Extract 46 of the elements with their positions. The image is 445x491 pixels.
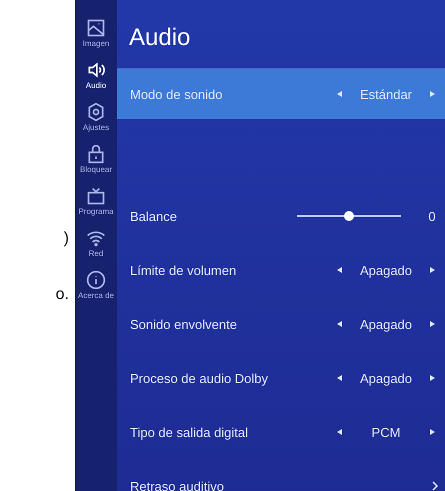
chevron-right-icon [431, 481, 439, 491]
sidebar-item[interactable]: Imagen [82, 18, 110, 48]
text-fragment: ) [64, 230, 69, 248]
row-label: Retraso auditivo [130, 478, 225, 491]
row-label: Proceso de audio Dolby [130, 370, 270, 386]
text-fragment: o. [56, 286, 69, 304]
sidebar-item[interactable]: Audio [86, 60, 106, 90]
speaker-icon [86, 60, 106, 80]
sidebar-item[interactable]: Red [86, 228, 106, 258]
row-label: Modo de sonido [130, 86, 224, 102]
right-arrow-icon [430, 91, 435, 97]
right-arrow-icon [430, 321, 435, 327]
left-arrow-icon [337, 429, 342, 435]
row-label: Límite de volumen [130, 262, 238, 278]
row-value: Apagado [358, 262, 414, 278]
row-value: Apagado [358, 370, 414, 386]
row-value: Estándar [358, 86, 414, 102]
settings-icon [86, 102, 106, 122]
sidebar-item[interactable]: Acerca de [78, 270, 114, 300]
slider-reading: 0 [427, 208, 437, 224]
lock-icon [86, 144, 106, 164]
menu-row[interactable]: Sonido envolvente Apagado [117, 297, 445, 351]
info-icon [86, 270, 106, 290]
right-arrow-icon [430, 429, 435, 435]
left-arrow-icon [337, 321, 342, 327]
row-value: Apagado [358, 316, 414, 332]
menu-row[interactable]: Retraso auditivo [117, 459, 445, 491]
sidebar-item[interactable]: Programa [78, 186, 114, 216]
slider-thumb[interactable] [344, 211, 354, 221]
right-arrow-icon [430, 375, 435, 381]
left-arrow-icon [337, 267, 342, 273]
right-arrow-icon [430, 267, 435, 273]
menu-row[interactable]: Proceso de audio Dolby Apagado [117, 351, 445, 405]
row-label: Sonido envolvente [130, 316, 238, 332]
menu-row[interactable]: Tipo de salida digital PCM [117, 405, 445, 459]
left-arrow-icon [337, 375, 342, 381]
row-label: Balance [130, 208, 178, 224]
picture-icon [86, 18, 106, 38]
sidebar-item[interactable]: Ajustes [82, 102, 110, 132]
sidebar-item[interactable]: Bloquear [80, 144, 112, 174]
row-value: PCM [370, 424, 402, 440]
row-label: Tipo de salida digital [130, 424, 250, 440]
menu-row[interactable]: Balance 0 [117, 189, 445, 243]
menu-row[interactable]: Límite de volumen Apagado [117, 243, 445, 297]
tv-icon [86, 186, 106, 206]
left-arrow-icon [337, 91, 342, 97]
